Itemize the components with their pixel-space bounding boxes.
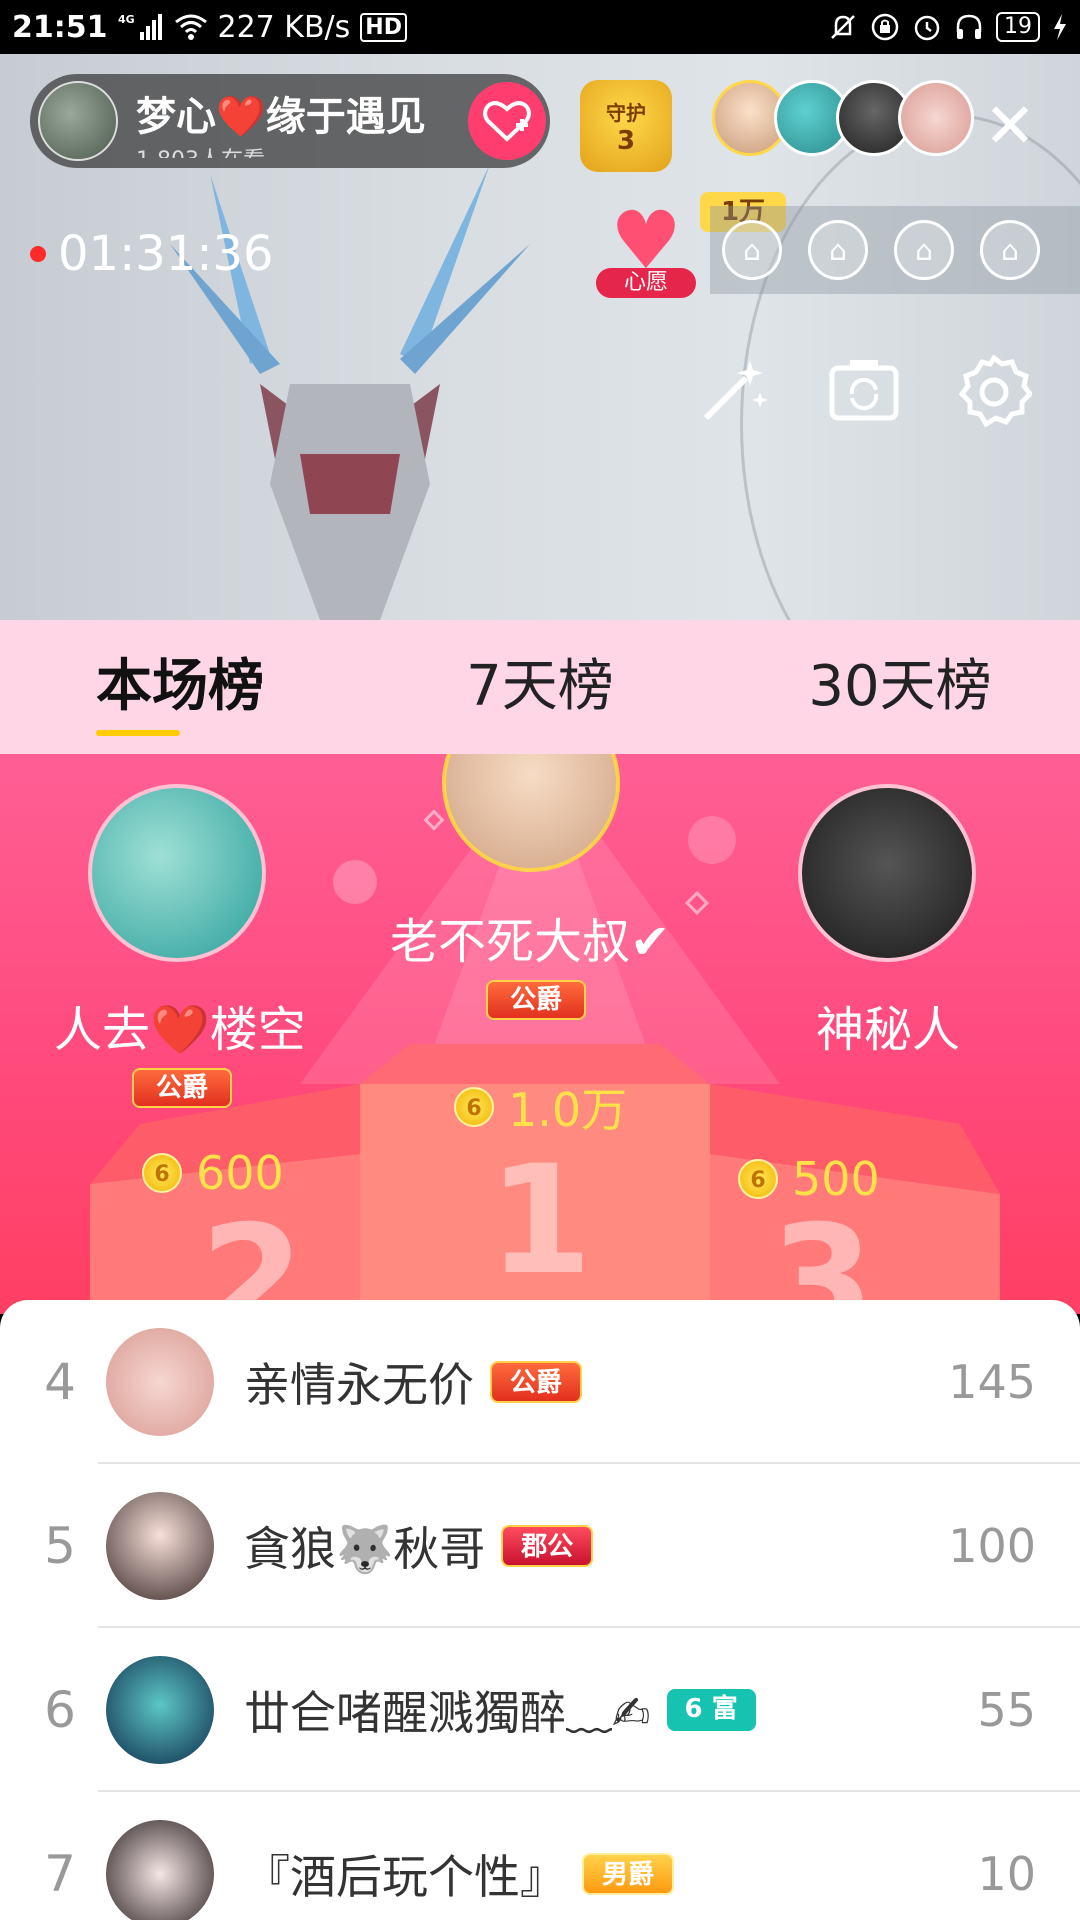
avatar[interactable] xyxy=(106,1328,214,1436)
wish-label: 心愿 xyxy=(596,268,696,298)
user-name: 亲情永无价 xyxy=(244,1358,474,1412)
active-tab-indicator xyxy=(96,730,180,736)
host-pill[interactable]: 梦心❤️缘于遇见 1,803人在看 xyxy=(30,74,550,168)
signal-icon: 4G xyxy=(118,12,164,42)
second-place-name[interactable]: 人去❤️楼空 xyxy=(54,990,306,1060)
headphones-icon xyxy=(954,12,984,42)
heart-plus-icon xyxy=(483,101,531,142)
user-name: 『酒后玩个性』 xyxy=(244,1850,566,1904)
hd-icon: HD xyxy=(360,12,407,42)
avatar[interactable] xyxy=(106,1492,214,1600)
wifi-icon xyxy=(174,13,208,41)
list-item[interactable]: 4 亲情永无价 公爵 145 xyxy=(0,1300,1080,1464)
rank-tag: 郡公 xyxy=(501,1525,594,1567)
ranking-tabs: 本场榜 7天榜 30天榜 xyxy=(0,620,1080,754)
tab-label: 30天榜 xyxy=(808,654,992,719)
rank-1-number: 1 xyxy=(488,1134,593,1308)
gear-icon[interactable] xyxy=(956,352,1032,428)
status-bar: 21:51 4G 227 KB/s HD 19 xyxy=(0,0,1080,54)
third-place-score: 6 500 xyxy=(738,1152,880,1206)
second-place-score: 6 600 xyxy=(142,1146,284,1200)
second-place-rank-tag: 公爵 xyxy=(132,1068,233,1108)
close-button[interactable]: ✕ xyxy=(980,95,1040,157)
rank-number: 7 xyxy=(44,1845,76,1903)
tab-label: 7天榜 xyxy=(466,654,614,719)
tab-label: 本场榜 xyxy=(96,654,264,719)
first-place-rank-tag: 公爵 xyxy=(486,980,587,1020)
guard-count: 3 xyxy=(616,125,636,156)
rank-tag: 公爵 xyxy=(490,1361,583,1403)
rank-number: 4 xyxy=(44,1353,76,1411)
recording-dot xyxy=(30,246,46,262)
network-speed: 227 KB/s xyxy=(217,9,351,45)
live-video[interactable]: 梦心❤️缘于遇见 1,803人在看 守护 3 1万 ✕ 01:31:36 ♥ 心… xyxy=(0,54,1080,620)
third-place-name[interactable]: 神秘人 xyxy=(816,990,960,1060)
user-name: 貪狼🐺秋哥 xyxy=(244,1522,486,1576)
mute-icon xyxy=(828,12,858,42)
follow-heart-button[interactable] xyxy=(468,82,546,160)
list-item[interactable]: 5 貪狼🐺秋哥 郡公 100 xyxy=(0,1464,1080,1628)
coin-icon: 6 xyxy=(142,1153,182,1193)
live-timer: 01:31:36 xyxy=(30,226,274,282)
deer-head-decoration xyxy=(170,164,530,620)
charging-icon xyxy=(1052,12,1068,42)
guest-seats: ⌂ ⌂ ⌂ ⌂ xyxy=(710,206,1080,294)
magic-wand-icon[interactable] xyxy=(696,352,772,428)
tab-7-days[interactable]: 7天榜 xyxy=(360,620,720,754)
first-place-score: 6 1.0万 xyxy=(454,1074,627,1140)
empty-seat-icon[interactable]: ⌂ xyxy=(722,220,782,280)
viewer-avatar[interactable] xyxy=(898,80,974,156)
empty-seat-icon[interactable]: ⌂ xyxy=(894,220,954,280)
tab-30-days[interactable]: 30天榜 xyxy=(720,620,1080,754)
top-viewers[interactable] xyxy=(712,80,974,156)
ranking-list[interactable]: 4 亲情永无价 公爵 145 5 貪狼🐺秋哥 郡公 100 6 丗仺啫醒溅獨醉﹏… xyxy=(0,1300,1080,1920)
score: 10 xyxy=(977,1847,1036,1901)
avatar[interactable] xyxy=(106,1820,214,1920)
camera-flip-icon[interactable] xyxy=(826,352,902,428)
host-avatar[interactable] xyxy=(38,81,118,161)
rank-tag: 男爵 xyxy=(582,1853,675,1895)
score: 100 xyxy=(948,1519,1036,1573)
guard-label: 守护 xyxy=(606,100,646,125)
score: 55 xyxy=(977,1683,1036,1737)
rank-number: 6 xyxy=(44,1681,76,1739)
rank-tag: 6 富 xyxy=(666,1689,756,1731)
empty-seat-icon[interactable]: ⌂ xyxy=(980,220,1040,280)
podium-panel: 2 1 3 老不死大叔✔ 公爵 6 1.0万 人去❤️楼空 公爵 6 600 神… xyxy=(0,754,1080,1314)
alarm-icon xyxy=(912,12,942,42)
score: 145 xyxy=(948,1355,1036,1409)
coin-icon: 6 xyxy=(454,1087,494,1127)
guard-badge[interactable]: 守护 3 xyxy=(580,80,672,172)
rank-2-number: 2 xyxy=(200,1194,305,1314)
list-item[interactable]: 6 丗仺啫醒溅獨醉﹏✍ 6 富 55 xyxy=(0,1628,1080,1792)
lock-rotation-icon xyxy=(870,12,900,42)
user-name: 丗仺啫醒溅獨醉﹏✍ xyxy=(244,1686,651,1740)
wish-button[interactable]: ♥ 心愿 xyxy=(596,198,696,298)
timer-text: 01:31:36 xyxy=(58,226,274,282)
network-type: 4G xyxy=(118,13,135,26)
tab-current-session[interactable]: 本场榜 xyxy=(0,620,360,754)
host-name: 梦心❤️缘于遇见 xyxy=(136,94,426,140)
rank-number: 5 xyxy=(44,1517,76,1575)
rank-3-number: 3 xyxy=(770,1194,875,1314)
third-place-avatar[interactable] xyxy=(798,784,976,962)
first-place-name[interactable]: 老不死大叔✔ xyxy=(390,902,670,972)
coin-icon: 6 xyxy=(738,1159,778,1199)
clock: 21:51 xyxy=(12,9,108,45)
empty-seat-icon[interactable]: ⌂ xyxy=(808,220,868,280)
second-place-avatar[interactable] xyxy=(88,784,266,962)
avatar[interactable] xyxy=(106,1656,214,1764)
list-item[interactable]: 7 『酒后玩个性』 男爵 10 xyxy=(0,1792,1080,1920)
battery-indicator: 19 xyxy=(996,12,1040,42)
viewer-count: 1,803人在看 xyxy=(136,142,426,158)
